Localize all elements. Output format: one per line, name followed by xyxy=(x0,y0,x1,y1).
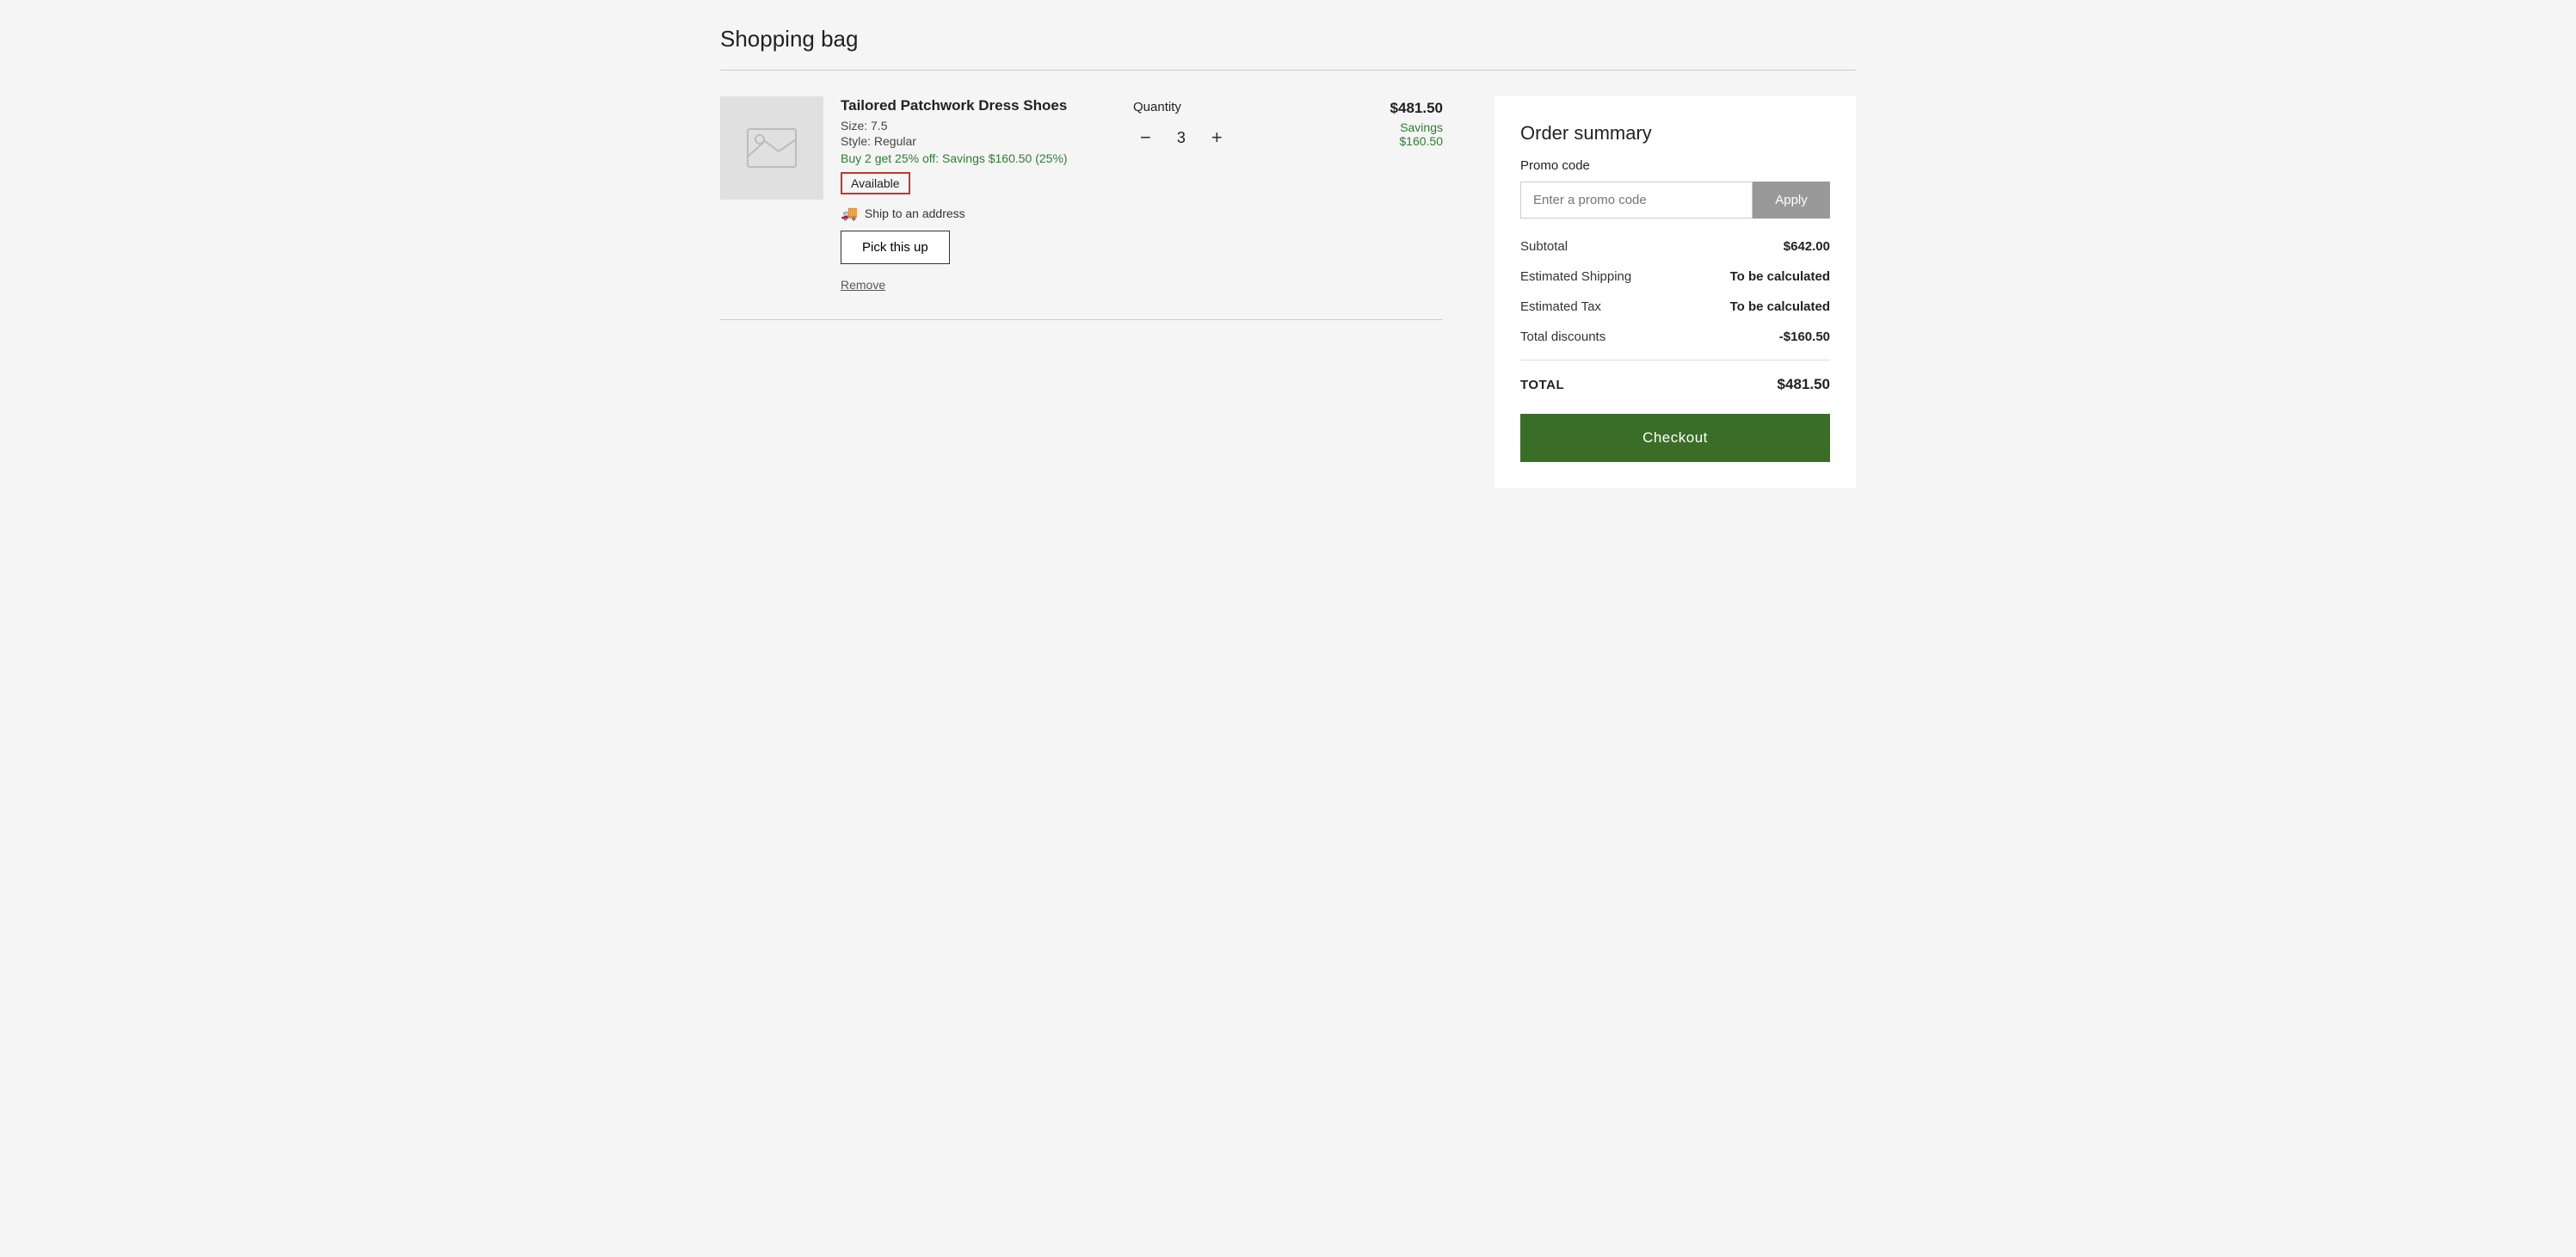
savings-label: Savings xyxy=(1340,120,1443,134)
cart-section: Tailored Patchwork Dress Shoes Size: 7.5… xyxy=(720,96,1443,337)
ship-icon: 🚚 xyxy=(841,205,858,222)
quantity-decrease-button[interactable]: − xyxy=(1133,123,1158,152)
discounts-row: Total discounts -$160.50 xyxy=(1520,330,1830,344)
subtotal-row: Subtotal $642.00 xyxy=(1520,239,1830,254)
promo-code-label: Promo code xyxy=(1520,158,1830,173)
product-style: Style: Regular xyxy=(841,134,1133,148)
page-title: Shopping bag xyxy=(720,26,1856,52)
tax-value: To be calculated xyxy=(1730,299,1830,314)
quantity-increase-button[interactable]: + xyxy=(1205,123,1229,152)
promo-input[interactable] xyxy=(1520,182,1753,219)
total-value: $481.50 xyxy=(1778,376,1830,393)
ship-row: 🚚 Ship to an address xyxy=(841,205,1133,222)
main-layout: Tailored Patchwork Dress Shoes Size: 7.5… xyxy=(720,96,1856,488)
item-content: Tailored Patchwork Dress Shoes Size: 7.5… xyxy=(841,96,1443,293)
savings-amount: $160.50 xyxy=(1340,134,1443,148)
shipping-label: Estimated Shipping xyxy=(1520,269,1631,284)
ship-label: Ship to an address xyxy=(865,206,965,220)
quantity-value: 3 xyxy=(1168,129,1194,147)
tax-label: Estimated Tax xyxy=(1520,299,1601,314)
product-promo: Buy 2 get 25% off: Savings $160.50 (25%) xyxy=(841,151,1133,165)
quantity-label: Quantity xyxy=(1133,100,1181,114)
apply-promo-button[interactable]: Apply xyxy=(1753,182,1830,219)
product-details: Tailored Patchwork Dress Shoes Size: 7.5… xyxy=(841,96,1133,293)
quantity-controls: − 3 + xyxy=(1133,123,1229,152)
total-row: TOTAL $481.50 xyxy=(1520,376,1830,393)
image-placeholder-icon xyxy=(746,122,798,174)
subtotal-value: $642.00 xyxy=(1784,239,1830,254)
shipping-row: Estimated Shipping To be calculated xyxy=(1520,269,1830,284)
discounts-label: Total discounts xyxy=(1520,330,1605,344)
cart-item: Tailored Patchwork Dress Shoes Size: 7.5… xyxy=(720,96,1443,320)
pickup-button[interactable]: Pick this up xyxy=(841,231,950,264)
promo-row: Apply xyxy=(1520,182,1830,219)
total-label: TOTAL xyxy=(1520,378,1564,392)
price-section: $481.50 Savings $160.50 xyxy=(1340,96,1443,148)
discounts-value: -$160.50 xyxy=(1779,330,1830,344)
order-summary: Order summary Promo code Apply Subtotal … xyxy=(1494,96,1856,488)
tax-row: Estimated Tax To be calculated xyxy=(1520,299,1830,314)
shipping-value: To be calculated xyxy=(1730,269,1830,284)
page-divider xyxy=(720,70,1856,71)
subtotal-label: Subtotal xyxy=(1520,239,1568,254)
availability-badge: Available xyxy=(841,172,910,194)
product-image xyxy=(720,96,823,200)
product-name: Tailored Patchwork Dress Shoes xyxy=(841,96,1133,115)
item-price: $481.50 xyxy=(1340,100,1443,117)
checkout-button[interactable]: Checkout xyxy=(1520,414,1830,462)
order-summary-title: Order summary xyxy=(1520,122,1830,145)
remove-button[interactable]: Remove xyxy=(841,278,885,292)
quantity-section: Quantity − 3 + xyxy=(1133,96,1305,152)
product-size: Size: 7.5 xyxy=(841,119,1133,132)
